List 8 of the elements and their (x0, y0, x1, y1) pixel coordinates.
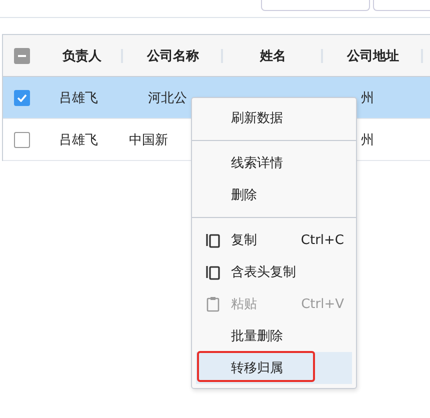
table-cell: 州 (361, 90, 374, 106)
table-cell: 河北公 (148, 90, 187, 106)
table-cell: 吕雄飞 (59, 90, 98, 106)
table-cell: 州 (361, 132, 374, 148)
table-cell: 中国新 (129, 132, 168, 148)
table-cell: 吕雄飞 (59, 132, 98, 148)
shortcut-label: Ctrl+C (300, 232, 344, 248)
shortcut-label: Ctrl+V (301, 296, 344, 312)
